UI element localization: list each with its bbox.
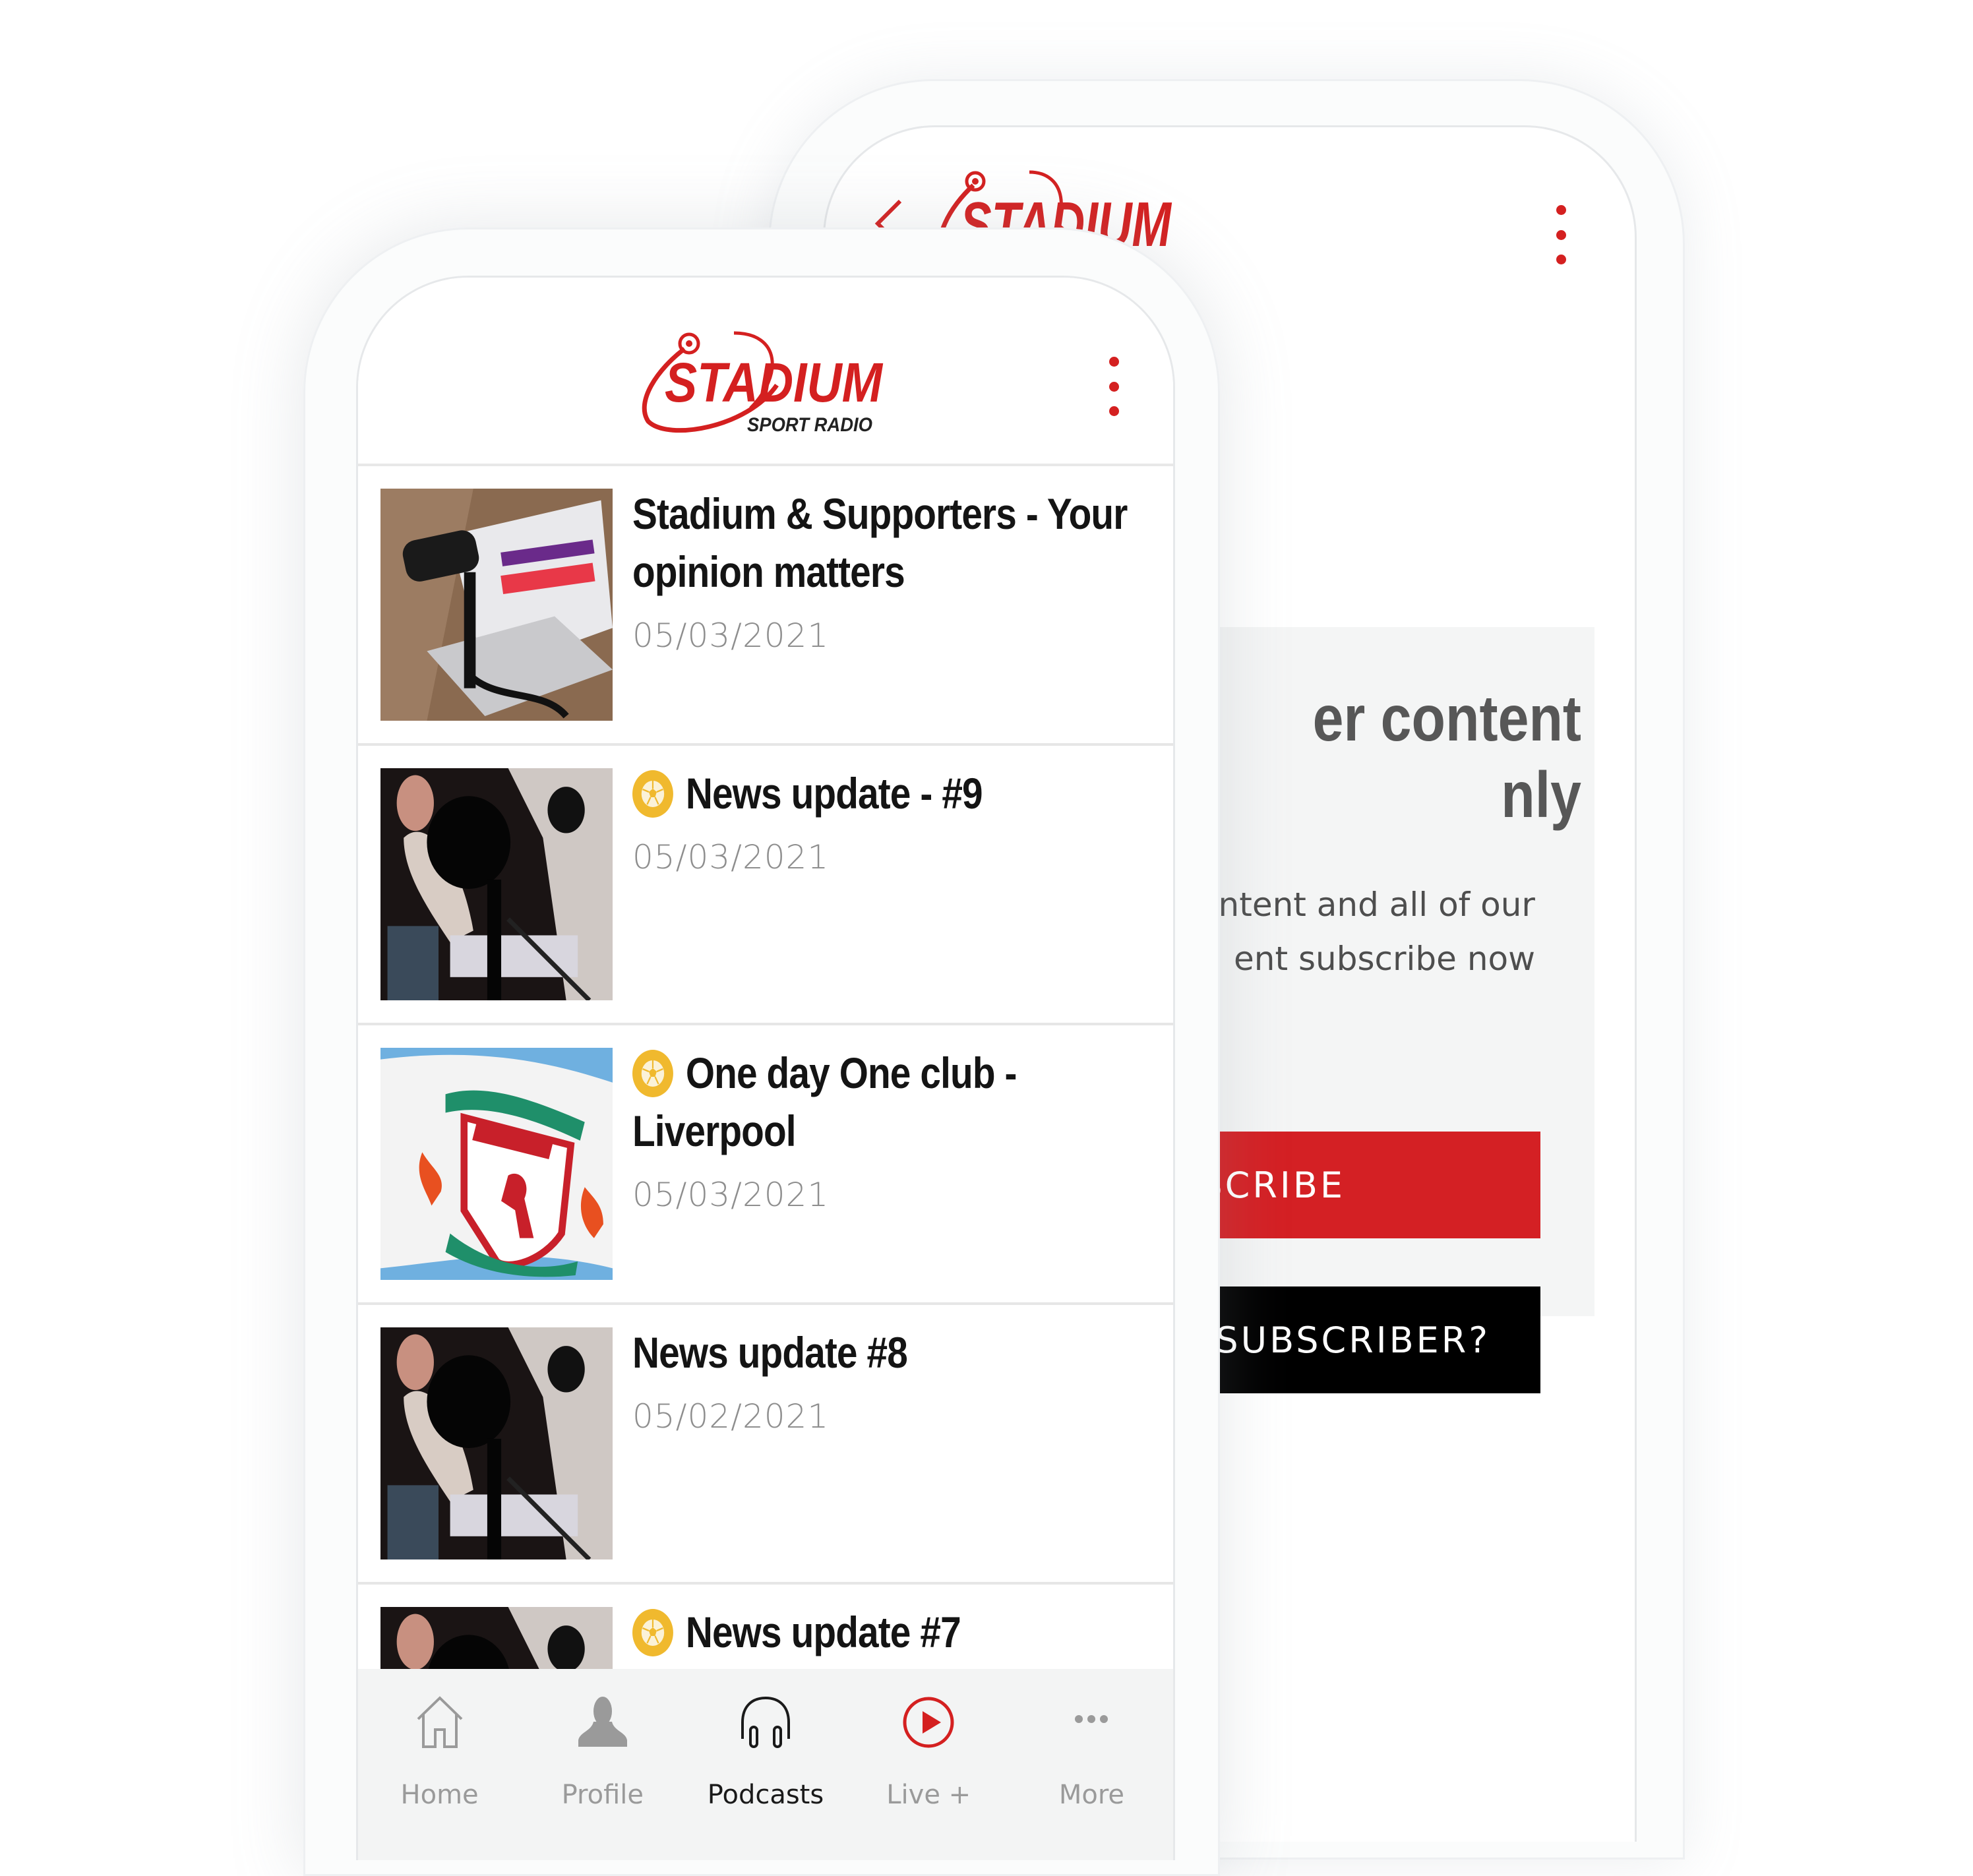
nav-label: Podcasts — [707, 1780, 824, 1810]
premium-badge — [632, 1609, 673, 1656]
bottom-navigation: Home Profile Podcasts Live + More — [358, 1669, 1173, 1860]
nav-label: More — [1058, 1780, 1124, 1810]
paywall-card: er content nly ntent and all of our ent … — [955, 627, 1594, 1393]
svg-text:SPORT RADIO: SPORT RADIO — [747, 414, 872, 436]
podcast-title: Stadium & Supporters - Your opinion matt… — [632, 489, 1128, 596]
more-options-button[interactable] — [1101, 357, 1127, 416]
podcast-list: Stadium & Supporters - Your opinion matt… — [358, 466, 1173, 1860]
app-header: STADIUM SPORT RADIO — [358, 278, 1173, 466]
nav-live[interactable]: Live + — [847, 1669, 1010, 1860]
nav-profile[interactable]: Profile — [521, 1669, 684, 1860]
home-icon — [410, 1693, 470, 1752]
more-icon — [1062, 1693, 1121, 1752]
nav-podcasts[interactable]: Podcasts — [684, 1669, 847, 1860]
podcast-date: 05/03/2021 — [632, 838, 830, 876]
podcast-thumbnail — [380, 489, 613, 721]
kebab-menu-icon — [1556, 205, 1566, 215]
front-phone-screen: STADIUM SPORT RADIO Stadium & Supporters… — [356, 276, 1175, 1860]
podcast-row[interactable]: News update - #9 05/03/2021 — [358, 746, 1173, 1025]
soccer-ball-icon — [641, 1060, 665, 1087]
more-options-button[interactable] — [1548, 205, 1574, 264]
podcast-thumbnail — [380, 1048, 613, 1280]
kebab-menu-icon — [1108, 357, 1119, 367]
podcast-thumbnail — [380, 1327, 613, 1559]
premium-badge — [632, 770, 673, 818]
soccer-ball-icon — [641, 781, 665, 807]
podcast-title: One day One club - Liverpool — [632, 1048, 1017, 1155]
nav-home[interactable]: Home — [358, 1669, 521, 1860]
svg-text:STADIUM: STADIUM — [665, 351, 884, 413]
podcast-row[interactable]: Stadium & Supporters - Your opinion matt… — [358, 466, 1173, 746]
studio-microphone-image — [380, 768, 613, 1000]
microphone-laptop-image — [380, 489, 613, 721]
podcast-row[interactable]: One day One club - Liverpool 05/03/2021 — [358, 1025, 1173, 1305]
podcast-date: 05/03/2021 — [632, 1176, 830, 1214]
podcast-thumbnail — [380, 768, 613, 1000]
nav-more[interactable]: More — [1010, 1669, 1173, 1860]
podcast-title: News update #7 — [685, 1608, 961, 1656]
headphones-icon — [736, 1693, 795, 1752]
play-circle-icon — [899, 1693, 958, 1752]
studio-microphone-image — [380, 1327, 613, 1559]
brand-logo: STADIUM SPORT RADIO — [635, 329, 892, 441]
nav-label: Live + — [886, 1780, 971, 1810]
subscribe-button-label: SCRIBE — [1199, 1164, 1345, 1206]
premium-badge — [632, 1050, 673, 1097]
nav-label: Home — [400, 1780, 479, 1810]
podcast-date: 05/03/2021 — [632, 617, 830, 655]
already-subscriber-label: SUBSCRIBER? — [1215, 1319, 1490, 1361]
podcast-title: News update #8 — [632, 1328, 908, 1377]
soccer-ball-icon — [641, 1619, 665, 1646]
nav-label: Profile — [561, 1780, 644, 1810]
profile-icon — [573, 1693, 632, 1752]
podcast-row[interactable]: News update #8 05/02/2021 — [358, 1305, 1173, 1585]
podcast-date: 05/02/2021 — [632, 1397, 830, 1436]
podcast-title: News update - #9 — [685, 769, 983, 818]
stadium-logo-icon: STADIUM SPORT RADIO — [642, 331, 884, 436]
liverpool-flag-image — [380, 1048, 613, 1280]
